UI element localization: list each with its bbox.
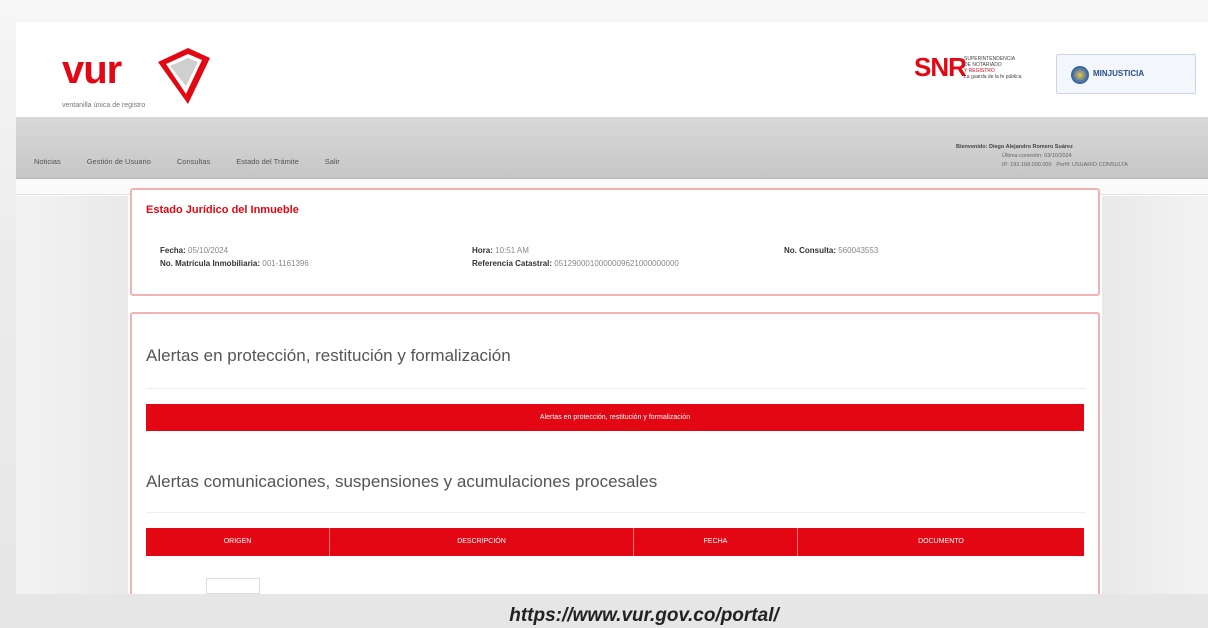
right-gutter (1102, 196, 1208, 594)
minjusticia-text: MINJUSTICIA (1093, 69, 1145, 78)
minjusticia-logo[interactable]: MINJUSTICIA (1056, 54, 1196, 94)
column-header-origen[interactable]: ORIGEN (146, 528, 330, 556)
caption-url: https://www.vur.gov.co/portal/ (0, 605, 1208, 627)
catastral-label: Referencia Catastral: (472, 259, 553, 268)
hora-value: 10:51 AM (495, 246, 529, 255)
proteccion-alert-bar[interactable]: Alertas en protección, restitución y for… (146, 404, 1084, 431)
alerts-table-header: ORIGEN DESCRIPCIÓN FECHA DOCUMENTO (146, 528, 1084, 556)
alerts-card: Alertas en protección, restitución y for… (130, 312, 1100, 594)
column-header-fecha[interactable]: FECHA (634, 528, 798, 556)
column-header-descripcion[interactable]: DESCRIPCIÓN (330, 528, 634, 556)
left-gutter (16, 196, 128, 594)
snr-logo[interactable]: SNR SUPERINTENDENCIA DE NOTARIADO Y REGI… (914, 52, 1054, 98)
nav-item-noticias[interactable]: Noticias (34, 157, 61, 166)
caption-url-text: https://www.vur.gov.co/portal/ (509, 605, 779, 626)
section-title-comunicaciones: Alertas comunicaciones, suspensiones y a… (146, 472, 658, 491)
fecha-label: Fecha: (160, 246, 186, 255)
matricula-value: 001-1161396 (262, 259, 309, 268)
consulta-field: No. Consulta: 560043553 (784, 246, 878, 255)
header: vur ventanilla única de registro SNR SUP… (16, 22, 1208, 117)
snr-logo-text: SNR (914, 52, 967, 82)
matricula-label: No. Matrícula Inmobiliaria: (160, 259, 261, 268)
nav-item-salir[interactable]: Salir (325, 157, 340, 166)
vur-logo[interactable]: vur ventanilla única de registro (48, 40, 248, 120)
consulta-label: No. Consulta: (784, 246, 836, 255)
legal-status-card: Estado Jurídico del Inmueble Fecha: 05/1… (130, 188, 1100, 296)
vur-logo-text: vur (62, 48, 122, 92)
fecha-value: 05/10/2024 (188, 246, 229, 255)
matricula-field: No. Matrícula Inmobiliaria: 001-1161396 (160, 259, 309, 268)
section-title-proteccion: Alertas en protección, restitución y for… (146, 346, 511, 365)
section-divider (146, 388, 1086, 389)
table-pagination-control[interactable] (206, 578, 260, 594)
snr-line: La guarda de la fe pública (964, 74, 1022, 80)
nav-item-estado-tramite[interactable]: Estado del Trámite (236, 157, 299, 166)
nav-item-gestion-usuario[interactable]: Gestión de Usuario (87, 157, 151, 166)
consulta-value: 560043553 (838, 246, 879, 255)
main-navbar: Noticias Gestión de Usuario Consultas Es… (16, 117, 1208, 179)
user-ip-profile: IP: 192.168.000.000 · Perfil: USUARIO CO… (1002, 162, 1128, 168)
nav-menu: Noticias Gestión de Usuario Consultas Es… (34, 157, 340, 166)
hora-label: Hora: (472, 246, 493, 255)
hora-field: Hora: 10:51 AM (472, 246, 529, 255)
catastral-field: Referencia Catastral: 051290001000000962… (472, 259, 679, 268)
user-info: Bienvenido: Diego Alejandro Romero Suáre… (956, 143, 1128, 170)
catastral-value: 0512900010000009621000000000 (554, 259, 679, 268)
browser-frame: vur ventanilla única de registro SNR SUP… (16, 22, 1208, 594)
column-header-documento[interactable]: DOCUMENTO (798, 528, 1084, 556)
nav-item-consultas[interactable]: Consultas (177, 157, 210, 166)
user-last-connection: Última conexión: 03/10/2024 (1002, 153, 1072, 159)
user-welcome: Bienvenido: Diego Alejandro Romero Suáre… (956, 144, 1073, 150)
colombia-seal-icon (1071, 66, 1089, 84)
legal-status-title: Estado Jurídico del Inmueble (146, 204, 299, 216)
vur-tagline: ventanilla única de registro (62, 102, 146, 109)
fecha-field: Fecha: 05/10/2024 (160, 246, 228, 255)
section-divider (146, 512, 1086, 513)
vur-check-icon (158, 48, 210, 104)
snr-logo-lines: SUPERINTENDENCIA DE NOTARIADO Y REGISTRO… (964, 56, 1044, 80)
